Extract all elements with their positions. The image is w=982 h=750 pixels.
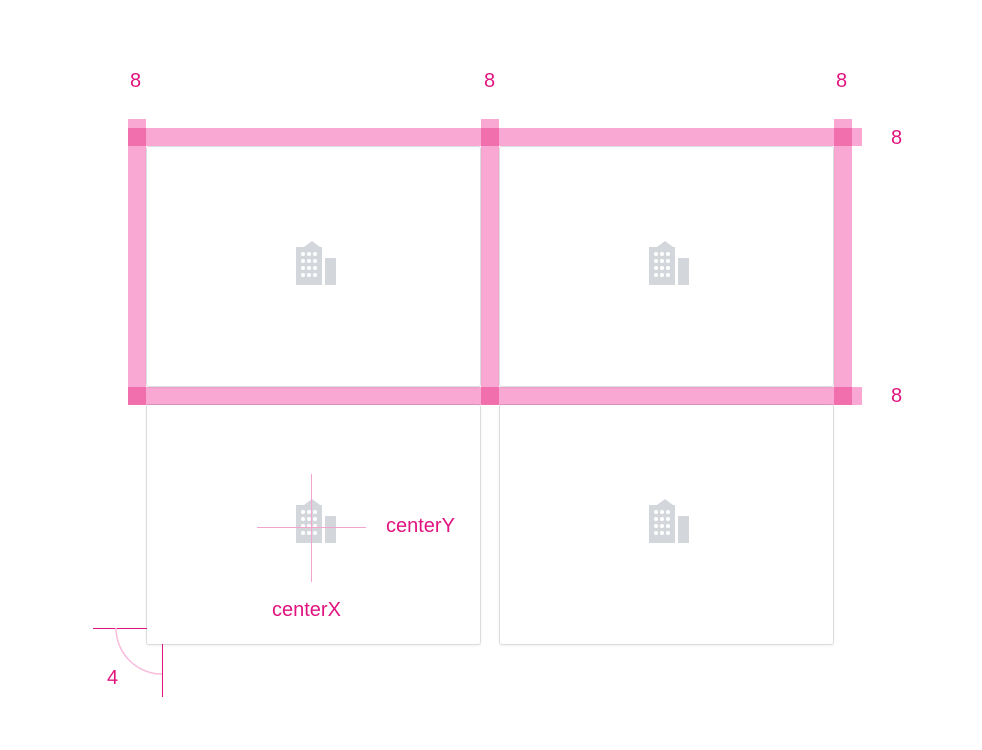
building-icon [649,499,689,543]
center-guide-vertical [311,474,312,582]
gutter-label-top-left: 8 [130,70,142,92]
center-y-label: centerY [386,515,455,537]
gutter-label-top-right: 8 [836,70,848,92]
gutter-label-right-top: 8 [891,127,903,149]
gutter-bar-vertical-right [834,119,852,405]
center-x-label: centerX [272,599,341,621]
gutter-label-right-middle: 8 [891,385,903,407]
gutter-bar-vertical-middle [481,119,499,405]
gutter-label-top-middle: 8 [484,70,496,92]
gutter-bar-vertical-left [128,119,146,405]
corner-radius-label: 4 [107,667,119,689]
building-icon [296,499,336,543]
building-icon [296,241,336,285]
building-icon [649,241,689,285]
corner-radius-annotation [93,627,163,697]
